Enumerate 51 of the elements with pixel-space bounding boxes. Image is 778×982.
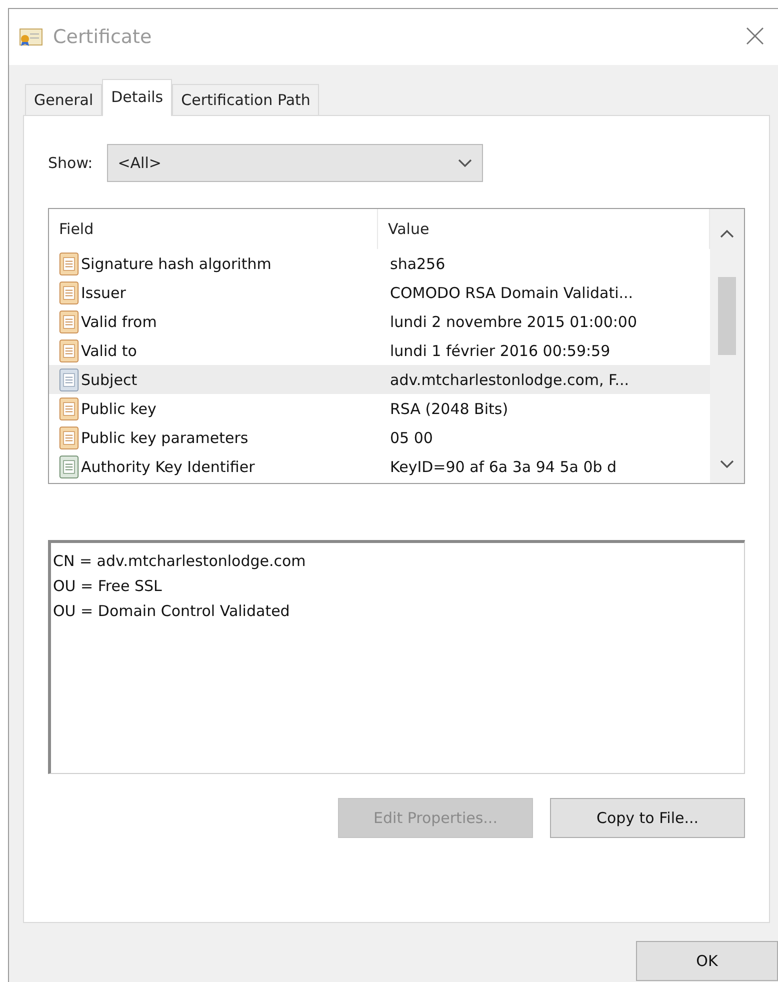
field-row[interactable]: Authority Key Identifier KeyID=90 af 6a 3a 94 5a 0b d — [49, 452, 710, 481]
document-list-icon — [59, 310, 79, 334]
certificate-icon — [19, 27, 43, 47]
detail-box[interactable]: CN = adv.mtcharlestonlodge.com OU = Free SSL OU = Domain Control Validated — [48, 540, 745, 774]
chevron-down-icon[interactable] — [458, 158, 472, 168]
document-list-icon — [59, 368, 79, 392]
field-name: Issuer — [81, 284, 126, 302]
field-value: COMODO RSA Domain Validati... — [389, 284, 634, 302]
scrollbar-thumb[interactable] — [718, 277, 736, 355]
field-row[interactable]: Public key RSA (2048 Bits) — [49, 394, 710, 423]
detail-line: OU = Domain Control Validated — [53, 601, 291, 622]
field-value: RSA (2048 Bits) — [389, 400, 508, 418]
detail-line: CN = adv.mtcharlestonlodge.com — [53, 551, 307, 572]
field-name: Authority Key Identifier — [81, 458, 255, 476]
field-row[interactable]: Signature hash algorithm sha256 — [49, 249, 710, 278]
field-name: Subject — [81, 370, 138, 388]
window-title: Certificate — [53, 26, 153, 48]
tab[interactable]: Certification Path — [172, 84, 320, 115]
scroll-up-icon[interactable] — [720, 229, 734, 238]
field-row[interactable]: Public key parameters 05 00 — [49, 423, 710, 452]
document-list-icon — [59, 454, 79, 478]
field-name: Valid from — [81, 312, 157, 330]
detail-line: OU = Free SSL — [53, 576, 163, 597]
field-value: adv.mtcharlestonlodge.com, F... — [389, 370, 630, 388]
column-header[interactable]: Field — [49, 209, 378, 249]
field-row[interactable]: Issuer COMODO RSA Domain Validati... — [49, 278, 710, 307]
field-value: lundi 1 février 2016 00:59:59 — [389, 342, 610, 360]
copy-to-file-button[interactable]: Copy to File... — [550, 798, 745, 838]
field-value: 05 00 — [389, 428, 433, 446]
document-list-icon — [59, 396, 79, 420]
field-name: Signature hash algorithm — [81, 254, 272, 272]
field-name: Public key — [81, 400, 156, 418]
field-name: Public key parameters — [81, 428, 248, 446]
field-row[interactable]: Valid to lundi 1 février 2016 00:59:59 — [49, 336, 710, 365]
tab[interactable]: Details — [102, 79, 172, 116]
ok-button[interactable]: OK — [636, 941, 778, 981]
field-value: KeyID=90 af 6a 3a 94 5a 0b d — [389, 458, 617, 476]
field-value: sha256 — [389, 254, 446, 272]
show-dropdown[interactable]: <All> — [106, 144, 483, 182]
document-list-icon — [59, 338, 79, 362]
scroll-down-icon[interactable] — [720, 460, 734, 469]
document-list-icon — [59, 252, 79, 276]
close-icon — [746, 27, 764, 45]
show-label: Show: — [48, 154, 93, 172]
field-row[interactable]: Subject adv.mtcharlestonlodge.com, F... — [49, 365, 710, 394]
tab[interactable]: General — [25, 84, 102, 115]
document-list-icon — [59, 426, 79, 450]
document-list-icon — [59, 280, 79, 304]
field-row[interactable]: Valid from lundi 2 novembre 2015 01:00:00 — [49, 307, 710, 336]
field-name: Valid to — [81, 342, 137, 360]
field-value: lundi 2 novembre 2015 01:00:00 — [389, 312, 638, 330]
